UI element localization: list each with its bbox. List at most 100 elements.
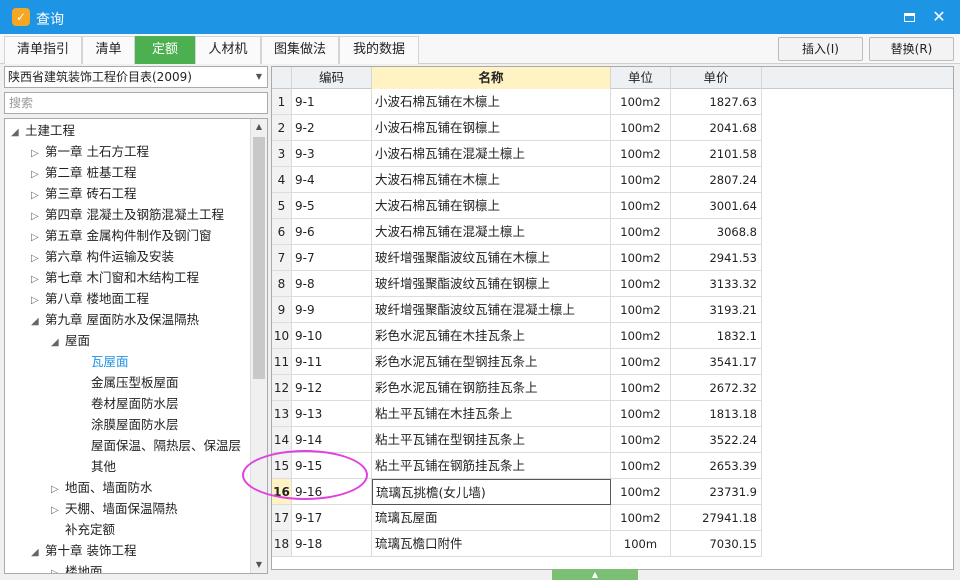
cell-name[interactable]: 粘土平瓦铺在型钢挂瓦条上 bbox=[372, 427, 611, 453]
row-index[interactable]: 9 bbox=[272, 297, 292, 323]
tree-expanded-icon[interactable]: ◢ bbox=[51, 333, 65, 353]
cell-name[interactable]: 粘土平瓦铺在钢筋挂瓦条上 bbox=[372, 453, 611, 479]
tree-item[interactable]: ▷ 第八章 楼地面工程 bbox=[31, 289, 149, 309]
maximize-button[interactable] bbox=[898, 7, 920, 27]
cell-unit[interactable]: 100m2 bbox=[611, 349, 671, 375]
tree-collapsed-icon[interactable]: ▷ bbox=[31, 228, 45, 248]
cell-unit[interactable]: 100m bbox=[611, 531, 671, 557]
cell-code[interactable]: 9-12 bbox=[292, 375, 372, 401]
row-index[interactable]: 7 bbox=[272, 245, 292, 271]
row-index[interactable]: 6 bbox=[272, 219, 292, 245]
search-input[interactable] bbox=[4, 92, 268, 114]
cell-unit[interactable]: 100m2 bbox=[611, 245, 671, 271]
row-index[interactable]: 8 bbox=[272, 271, 292, 297]
table-row[interactable]: 15 9-15 粘土平瓦铺在钢筋挂瓦条上 100m2 2653.39 bbox=[272, 453, 762, 479]
tree-item[interactable]: ▷ 第四章 混凝土及钢筋混凝土工程 bbox=[31, 205, 224, 225]
scroll-thumb[interactable] bbox=[253, 137, 265, 379]
cell-code[interactable]: 9-14 bbox=[292, 427, 372, 453]
cell-price[interactable]: 1813.18 bbox=[671, 401, 762, 427]
row-index[interactable]: 16 bbox=[272, 479, 292, 505]
tree-collapsed-icon[interactable]: ▷ bbox=[51, 480, 65, 500]
tree-item[interactable]: ◢ 第十章 装饰工程 bbox=[31, 541, 136, 561]
header-code[interactable]: 编码 bbox=[292, 67, 372, 89]
row-index[interactable]: 2 bbox=[272, 115, 292, 141]
cell-code[interactable]: 9-10 bbox=[292, 323, 372, 349]
expand-panel-button[interactable]: ▲ bbox=[552, 569, 638, 580]
table-row[interactable]: 12 9-12 彩色水泥瓦铺在钢筋挂瓦条上 100m2 2672.32 bbox=[272, 375, 762, 401]
row-index[interactable]: 11 bbox=[272, 349, 292, 375]
tree-item[interactable]: ◢ 第九章 屋面防水及保温隔热 bbox=[31, 310, 199, 330]
cell-code[interactable]: 9-6 bbox=[292, 219, 372, 245]
cell-name[interactable]: 小波石棉瓦铺在混凝土檩上 bbox=[372, 141, 611, 167]
table-row[interactable]: 3 9-3 小波石棉瓦铺在混凝土檩上 100m2 2101.58 bbox=[272, 141, 762, 167]
cell-name[interactable]: 大波石棉瓦铺在木檩上 bbox=[372, 167, 611, 193]
cell-unit[interactable]: 100m2 bbox=[611, 89, 671, 115]
cell-unit[interactable]: 100m2 bbox=[611, 505, 671, 531]
header-unit[interactable]: 单位 bbox=[611, 67, 671, 89]
table-row[interactable]: 4 9-4 大波石棉瓦铺在木檩上 100m2 2807.24 bbox=[272, 167, 762, 193]
row-index[interactable]: 4 bbox=[272, 167, 292, 193]
tree-item[interactable]: ◢ 土建工程 bbox=[11, 121, 75, 141]
table-row[interactable]: 8 9-8 玻纤增强聚酯波纹瓦铺在钢檩上 100m2 3133.32 bbox=[272, 271, 762, 297]
cell-price[interactable]: 3133.32 bbox=[671, 271, 762, 297]
tree-collapsed-icon[interactable]: ▷ bbox=[51, 501, 65, 521]
table-row[interactable]: 17 9-17 琉璃瓦屋面 100m2 27941.18 bbox=[272, 505, 762, 531]
cell-unit[interactable]: 100m2 bbox=[611, 167, 671, 193]
row-index[interactable]: 13 bbox=[272, 401, 292, 427]
cell-price[interactable]: 3193.21 bbox=[671, 297, 762, 323]
cell-code[interactable]: 9-17 bbox=[292, 505, 372, 531]
cell-code[interactable]: 9-16 bbox=[292, 479, 372, 505]
cell-price[interactable]: 3068.8 bbox=[671, 219, 762, 245]
cell-price[interactable]: 3522.24 bbox=[671, 427, 762, 453]
scroll-up-icon[interactable]: ▲ bbox=[251, 119, 267, 135]
cell-name[interactable]: 大波石棉瓦铺在钢檩上 bbox=[372, 193, 611, 219]
cell-price[interactable]: 2653.39 bbox=[671, 453, 762, 479]
tree-collapsed-icon[interactable]: ▷ bbox=[51, 564, 65, 573]
row-index[interactable]: 18 bbox=[272, 531, 292, 557]
cell-price[interactable]: 2672.32 bbox=[671, 375, 762, 401]
cell-name[interactable]: 玻纤增强聚酯波纹瓦铺在木檩上 bbox=[372, 245, 611, 271]
price-list-select[interactable]: 陕西省建筑装饰工程价目表(2009) ▼ bbox=[4, 66, 268, 88]
cell-name[interactable]: 彩色水泥瓦铺在木挂瓦条上 bbox=[372, 323, 611, 349]
cell-code[interactable]: 9-15 bbox=[292, 453, 372, 479]
tree-item[interactable]: ▷ 天棚、墙面保温隔热 bbox=[51, 499, 178, 519]
tree-scrollbar[interactable]: ▲ ▼ bbox=[250, 119, 267, 573]
tree-collapsed-icon[interactable]: ▷ bbox=[31, 249, 45, 269]
tree-expanded-icon[interactable]: ◢ bbox=[31, 543, 45, 563]
table-row[interactable]: 7 9-7 玻纤增强聚酯波纹瓦铺在木檩上 100m2 2941.53 bbox=[272, 245, 762, 271]
cell-price[interactable]: 3001.64 bbox=[671, 193, 762, 219]
cell-code[interactable]: 9-13 bbox=[292, 401, 372, 427]
tab-bill-guide[interactable]: 清单指引 bbox=[4, 36, 82, 64]
cell-code[interactable]: 9-8 bbox=[292, 271, 372, 297]
cell-code[interactable]: 9-11 bbox=[292, 349, 372, 375]
cell-name[interactable]: 小波石棉瓦铺在木檩上 bbox=[372, 89, 611, 115]
cell-name[interactable]: 大波石棉瓦铺在混凝土檩上 bbox=[372, 219, 611, 245]
cell-name[interactable]: 琉璃瓦挑檐(女儿墙) bbox=[372, 479, 611, 505]
cell-unit[interactable]: 100m2 bbox=[611, 141, 671, 167]
cell-code[interactable]: 9-2 bbox=[292, 115, 372, 141]
tab-quota[interactable]: 定额 bbox=[135, 36, 195, 64]
row-index[interactable]: 15 bbox=[272, 453, 292, 479]
cell-code[interactable]: 9-9 bbox=[292, 297, 372, 323]
table-row[interactable]: 11 9-11 彩色水泥瓦铺在型钢挂瓦条上 100m2 3541.17 bbox=[272, 349, 762, 375]
cell-price[interactable]: 27941.18 bbox=[671, 505, 762, 531]
tree-collapsed-icon[interactable]: ▷ bbox=[31, 186, 45, 206]
cell-unit[interactable]: 100m2 bbox=[611, 271, 671, 297]
cell-price[interactable]: 23731.9 bbox=[671, 479, 762, 505]
replace-button[interactable]: 替换(R) bbox=[869, 37, 954, 61]
cell-name[interactable]: 玻纤增强聚酯波纹瓦铺在混凝土檩上 bbox=[372, 297, 611, 323]
tree-item[interactable]: ▷ 第三章 砖石工程 bbox=[31, 184, 136, 204]
table-row[interactable]: 2 9-2 小波石棉瓦铺在钢檩上 100m2 2041.68 bbox=[272, 115, 762, 141]
tree-expanded-icon[interactable]: ◢ bbox=[11, 123, 25, 143]
cell-code[interactable]: 9-18 bbox=[292, 531, 372, 557]
cell-name[interactable]: 琉璃瓦屋面 bbox=[372, 505, 611, 531]
tree-item[interactable]: 其他 bbox=[77, 457, 116, 477]
table-row[interactable]: 9 9-9 玻纤增强聚酯波纹瓦铺在混凝土檩上 100m2 3193.21 bbox=[272, 297, 762, 323]
cell-price[interactable]: 2101.58 bbox=[671, 141, 762, 167]
row-index[interactable]: 12 bbox=[272, 375, 292, 401]
tree-collapsed-icon[interactable]: ▷ bbox=[31, 207, 45, 227]
tab-bill[interactable]: 清单 bbox=[82, 36, 135, 64]
tree-item[interactable]: ▷ 地面、墙面防水 bbox=[51, 478, 153, 498]
row-index[interactable]: 17 bbox=[272, 505, 292, 531]
tree-item[interactable]: 屋面保温、隔热层、保温层 bbox=[77, 436, 241, 456]
